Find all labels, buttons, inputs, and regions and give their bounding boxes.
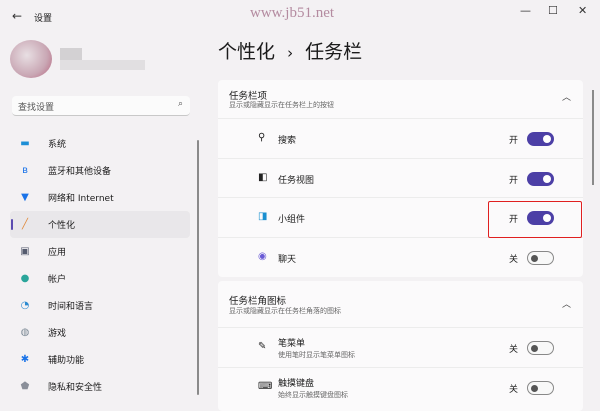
breadcrumb: 个性化 › 任务栏 — [218, 37, 362, 64]
setting-row: ✎ 笔菜单 使用笔时显示笔菜单图标 关 — [218, 327, 583, 367]
setting-icon: ◨ — [258, 211, 268, 222]
nav-icon: ◍ — [20, 327, 30, 338]
setting-row: ◧ 任务视图 开 — [218, 158, 583, 198]
sidebar-item-label: 蓝牙和其他设备 — [48, 167, 112, 177]
setting-icon: ⚲ — [258, 132, 266, 143]
search-icon: ⌕ — [177, 99, 183, 109]
sidebar-item-label: 帐户 — [48, 275, 67, 285]
section-header[interactable]: 任务栏项 显示或隐藏显示在任务栏上的按钮 ︿ — [218, 80, 583, 118]
sidebar-item-label: 网络和 Internet — [48, 194, 114, 204]
nav-icon: ● — [20, 273, 30, 284]
toggle-switch[interactable] — [527, 251, 554, 265]
watermark: www.jb51.net — [250, 5, 335, 21]
sidebar-item-label: 应用 — [48, 248, 67, 258]
sidebar-item-label: 系统 — [48, 140, 67, 150]
setting-label: 搜索 — [278, 136, 297, 146]
avatar[interactable] — [10, 40, 52, 78]
chevron-up-icon[interactable]: ︿ — [562, 90, 571, 103]
section-header[interactable]: 任务栏角图标 显示或隐藏显示在任务栏角落的图标 ︿ — [218, 281, 583, 327]
setting-row: ◉ 聊天 关 — [218, 237, 583, 277]
toggle-switch[interactable] — [527, 381, 554, 395]
sidebar-item[interactable]: ▣ 应用 — [10, 238, 190, 265]
nav-icon: ✱ — [20, 354, 30, 365]
toggle-state-label: 开 — [509, 136, 519, 146]
setting-row: ⌨ 触摸键盘 始终显示触摸键盘图标 关 — [218, 367, 583, 407]
nav-icon: ╱ — [21, 219, 29, 230]
app-title: 设置 — [34, 14, 53, 24]
title-bar: ← 设置 www.jb51.net — ☐ ✕ — [0, 0, 600, 32]
search-placeholder: 查找设置 — [18, 103, 55, 113]
user-name-blurred — [60, 48, 82, 60]
sidebar-item-label: 时间和语言 — [48, 302, 94, 312]
settings-card: 任务栏角图标 显示或隐藏显示在任务栏角落的图标 ︿ ✎ 笔菜单 使用笔时显示笔菜… — [218, 281, 583, 411]
setting-icon: ◉ — [258, 251, 267, 262]
search-input[interactable]: 查找设置 ⌕ — [12, 96, 190, 116]
toggle-state-label: 开 — [509, 176, 519, 186]
sidebar-item-label: 个性化 — [48, 221, 76, 231]
highlight-box — [488, 201, 582, 238]
setting-label: 触摸键盘 — [278, 379, 315, 389]
breadcrumb-parent[interactable]: 个性化 — [218, 41, 275, 63]
close-button[interactable]: ✕ — [578, 4, 587, 17]
toggle-switch[interactable] — [527, 172, 554, 186]
toggle-switch[interactable] — [527, 132, 554, 146]
nav-icon: ▬ — [20, 138, 30, 149]
sidebar-scrollbar[interactable] — [197, 140, 199, 395]
sidebar-item[interactable]: ◍ 游戏 — [10, 319, 190, 346]
toggle-state-label: 关 — [509, 255, 519, 265]
setting-label: 笔菜单 — [278, 339, 306, 349]
user-email-blurred — [60, 60, 145, 70]
toggle-switch[interactable] — [527, 341, 554, 355]
sidebar-item[interactable]: ● 帐户 — [10, 265, 190, 292]
setting-label: 任务视图 — [278, 176, 315, 186]
sidebar-item[interactable]: ✱ 辅助功能 — [10, 346, 190, 373]
sidebar-item-label: 隐私和安全性 — [48, 383, 103, 393]
settings-card: 任务栏项 显示或隐藏显示在任务栏上的按钮 ︿ ⚲ 搜索 开 ◧ 任务视图 开 ◨… — [218, 80, 583, 277]
sidebar-item-label: 游戏 — [48, 329, 67, 339]
section-subtitle: 显示或隐藏显示在任务栏上的按钮 — [229, 101, 334, 109]
section-subtitle: 显示或隐藏显示在任务栏角落的图标 — [229, 307, 341, 315]
sidebar-item[interactable]: ╱ 个性化 — [10, 211, 190, 238]
setting-label: 小组件 — [278, 215, 306, 225]
minimize-button[interactable]: — — [520, 4, 531, 17]
chevron-up-icon[interactable]: ︿ — [562, 297, 571, 310]
nav-icon: ◔ — [20, 300, 30, 311]
setting-icon: ⌨ — [258, 381, 273, 392]
toggle-state-label: 关 — [509, 345, 519, 355]
setting-description: 始终显示触摸键盘图标 — [278, 391, 348, 399]
nav-icon: ▣ — [20, 246, 30, 257]
nav-icon: ⬟ — [20, 381, 30, 392]
sidebar-item[interactable]: ◔ 时间和语言 — [10, 292, 190, 319]
sidebar-nav: ▬ 系统 ʙ 蓝牙和其他设备 ▼ 网络和 Internet ╱ 个性化 ▣ 应用 ● 帐户 ◔ 时间和语言… — [10, 130, 190, 400]
sidebar-item[interactable]: ʙ 蓝牙和其他设备 — [10, 157, 190, 184]
back-button[interactable]: ← — [12, 9, 22, 23]
nav-icon: ʙ — [22, 165, 28, 176]
nav-icon: ▼ — [21, 192, 29, 203]
page-title: 任务栏 — [305, 41, 363, 63]
sidebar-item[interactable]: ⬟ 隐私和安全性 — [10, 373, 190, 400]
maximize-button[interactable]: ☐ — [548, 4, 558, 17]
sidebar-item-label: 辅助功能 — [48, 356, 85, 366]
setting-icon: ◧ — [258, 172, 268, 183]
setting-icon: ✎ — [258, 341, 267, 352]
breadcrumb-separator: › — [287, 44, 294, 62]
sidebar-item[interactable]: ▼ 网络和 Internet — [10, 184, 190, 211]
setting-label: 聊天 — [278, 255, 297, 265]
setting-row: ⚲ 搜索 开 — [218, 118, 583, 158]
setting-description: 使用笔时显示笔菜单图标 — [278, 351, 355, 359]
toggle-state-label: 关 — [509, 385, 519, 395]
sidebar-item[interactable]: ▬ 系统 — [10, 130, 190, 157]
main-scrollbar[interactable] — [592, 90, 594, 185]
section-title: 任务栏角图标 — [229, 296, 287, 307]
